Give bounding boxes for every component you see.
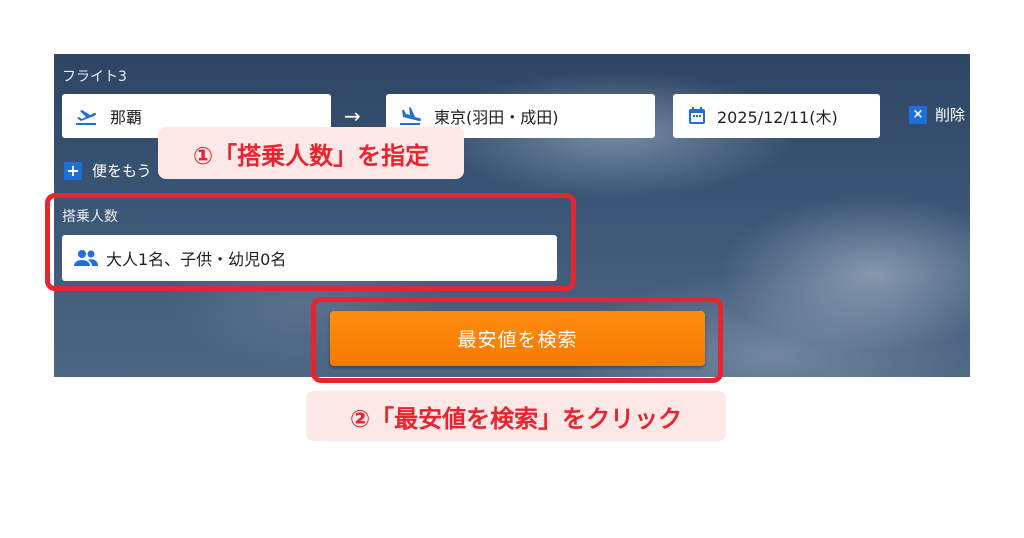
add-flight-label: 便をもう [92,162,152,180]
date-value: 2025/12/11(木) [717,108,838,127]
airplane-arrival-icon [398,104,422,128]
add-flight-button[interactable]: + 便をもう [64,160,152,181]
step2-callout: ②「最安値を検索」をクリック [306,391,726,441]
close-icon: × [909,105,927,124]
arrival-value: 東京(羽田・成田) [434,108,559,127]
route-arrow-icon: → [344,104,361,128]
search-button-highlight [311,297,723,383]
step1-callout: ①「搭乗人数」を指定 [158,127,464,179]
delete-label: 削除 [935,106,966,124]
airplane-departure-icon [74,104,98,128]
plus-icon: + [64,161,82,180]
passengers-highlight [45,193,576,291]
date-field[interactable]: 2025/12/11(木) [673,94,880,138]
calendar-icon [685,104,709,128]
delete-flight-button[interactable]: × 削除 [909,104,965,125]
departure-value: 那覇 [110,108,143,127]
flight-section-label: フライト3 [62,69,127,85]
